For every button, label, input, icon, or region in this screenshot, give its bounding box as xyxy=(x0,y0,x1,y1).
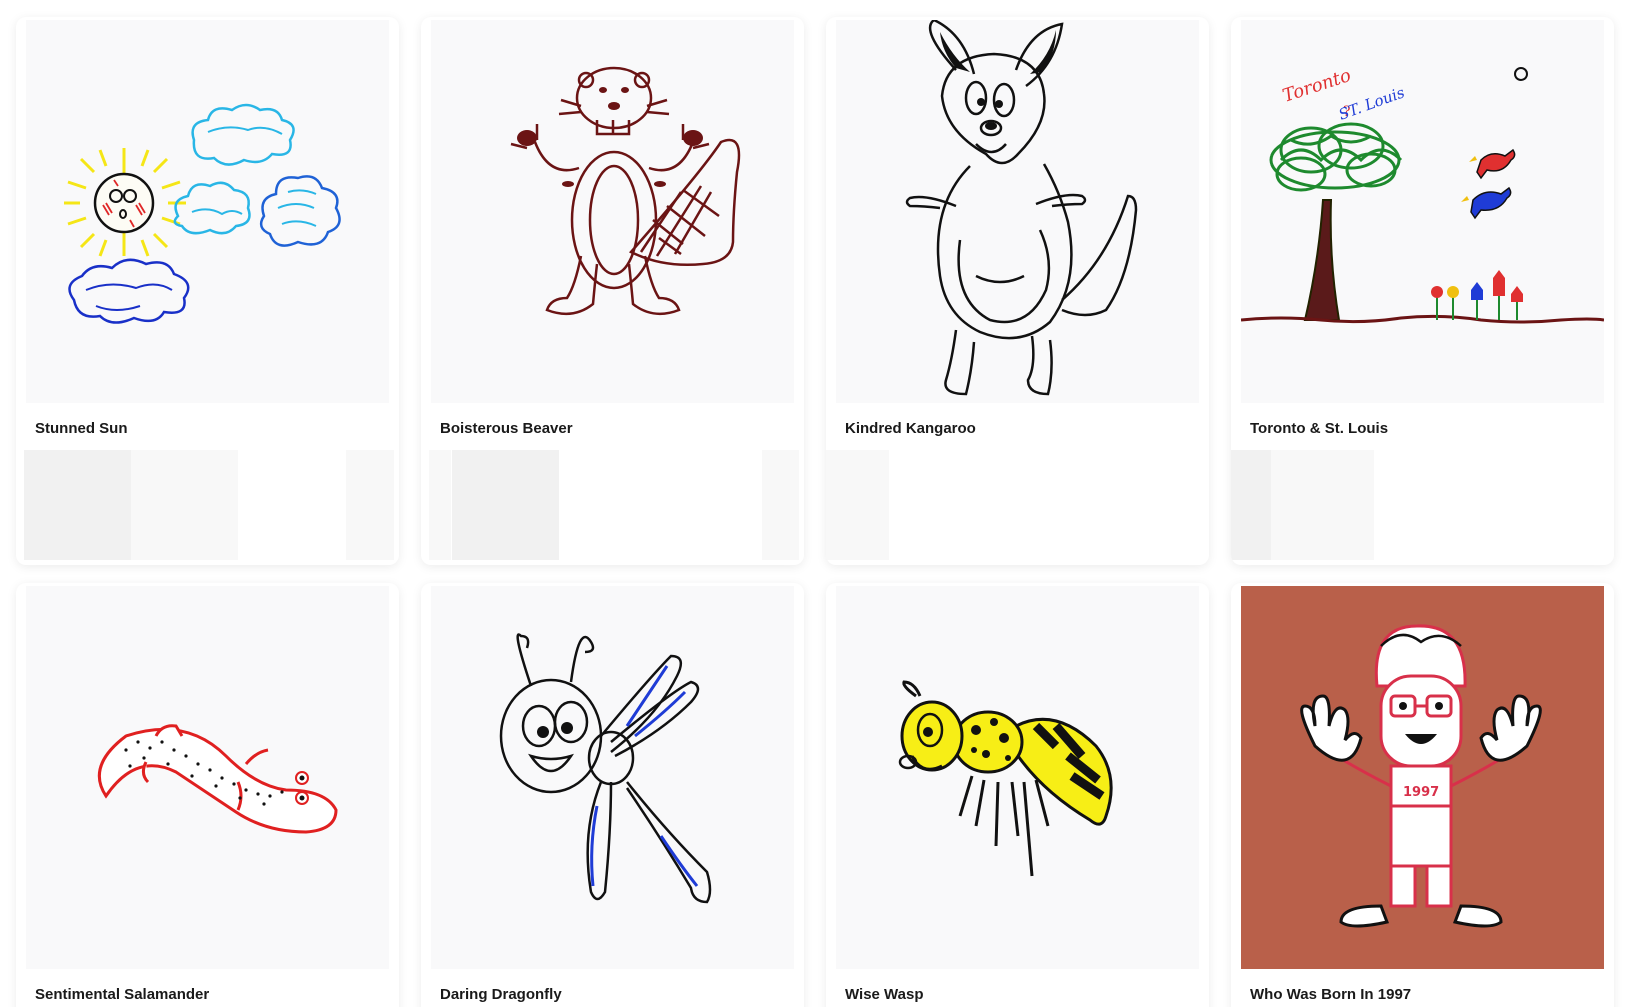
thumbnail[interactable] xyxy=(26,20,389,403)
card-title[interactable]: Toronto & St. Louis xyxy=(1250,420,1388,437)
gallery-card-sentimental-salamander[interactable]: Sentimental Salamander xyxy=(16,583,399,1007)
thumbnail[interactable]: Toronto ? ST. Louis xyxy=(1241,20,1604,403)
drawn-text-toronto: Toronto xyxy=(1280,65,1354,107)
gallery-card-who-was-born-in-1997[interactable]: 1997 Who Was Born In 1997 xyxy=(1231,583,1614,1007)
placeholder-block xyxy=(826,450,889,560)
card-title[interactable]: Who Was Born In 1997 xyxy=(1250,986,1411,1003)
placeholder-block xyxy=(429,450,451,560)
thumbnail[interactable] xyxy=(836,586,1199,969)
thumbnail[interactable] xyxy=(26,586,389,969)
salamander-drawing-icon xyxy=(97,724,338,834)
card-title[interactable]: Wise Wasp xyxy=(845,986,924,1003)
placeholder-block xyxy=(131,450,238,560)
placeholder-block xyxy=(452,450,559,560)
gallery-card-wise-wasp[interactable]: Wise Wasp xyxy=(826,583,1209,1007)
kangaroo-drawing-icon xyxy=(905,20,1138,396)
thumbnail[interactable] xyxy=(836,20,1199,403)
card-title[interactable]: Daring Dragonfly xyxy=(440,986,562,1003)
gallery-card-stunned-sun[interactable]: Stunned Sun xyxy=(16,17,399,565)
thumbnail[interactable] xyxy=(431,20,794,403)
placeholder-block xyxy=(24,450,131,560)
drawn-text-st-louis: ST. Louis xyxy=(1336,83,1407,124)
card-title[interactable]: Sentimental Salamander xyxy=(35,986,209,1003)
placeholder-block xyxy=(1231,450,1271,560)
gallery-card-kindred-kangaroo[interactable]: Kindred Kangaroo xyxy=(826,17,1209,565)
gallery-card-boisterous-beaver[interactable]: Boisterous Beaver xyxy=(421,17,804,565)
loading-placeholders xyxy=(24,450,394,560)
gallery-card-toronto-st-louis[interactable]: Toronto ? ST. Louis Toronto & St. Louis xyxy=(1231,17,1614,565)
beaver-drawing-icon xyxy=(510,66,741,316)
thumbnail[interactable] xyxy=(431,586,794,969)
dragonfly-drawing-icon xyxy=(499,633,712,904)
gallery-card-daring-dragonfly[interactable]: Daring Dragonfly xyxy=(421,583,804,1007)
card-title[interactable]: Boisterous Beaver xyxy=(440,420,573,437)
drawn-text-1997: 1997 xyxy=(1403,785,1439,800)
tree-birds-drawing-icon: Toronto ? ST. Louis xyxy=(1241,65,1604,324)
drawing-gallery: Stunned Sun Boisterous Beaver Kindred Ka… xyxy=(0,0,1632,1007)
placeholder-block xyxy=(1271,450,1374,560)
placeholder-block xyxy=(346,450,394,560)
loading-placeholders xyxy=(826,450,1204,560)
sun-drawing-icon xyxy=(64,103,341,324)
thumbnail[interactable]: 1997 xyxy=(1241,586,1604,969)
card-title[interactable]: Kindred Kangaroo xyxy=(845,420,976,437)
loading-placeholders xyxy=(1231,450,1609,560)
wasp-drawing-icon xyxy=(898,680,1113,877)
boy-drawing-icon: 1997 xyxy=(1300,624,1542,928)
loading-placeholders xyxy=(429,450,799,560)
placeholder-block xyxy=(762,450,799,560)
card-title[interactable]: Stunned Sun xyxy=(35,420,128,437)
